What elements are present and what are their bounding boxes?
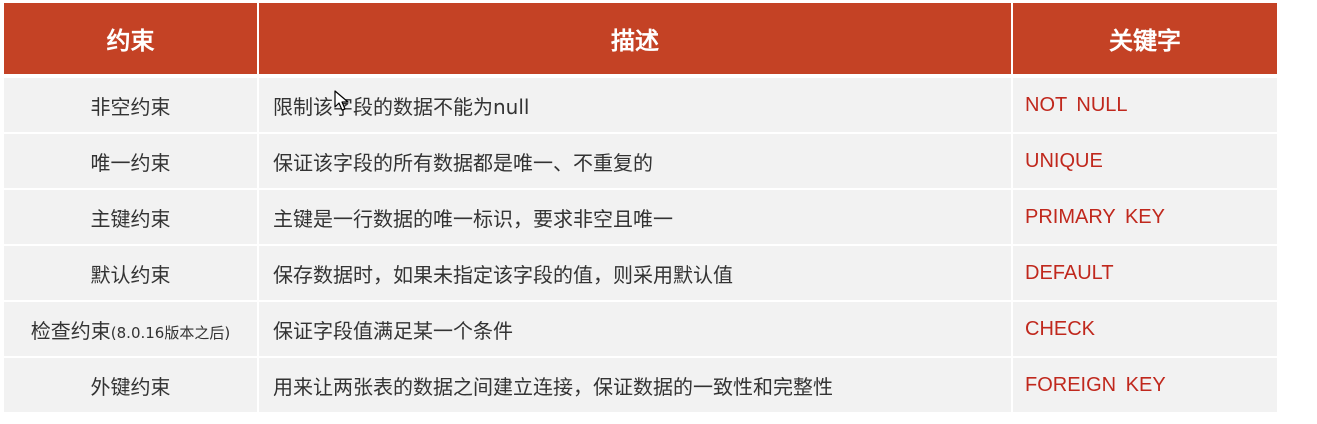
table-row: 外键约束 用来让两张表的数据之间建立连接，保证数据的一致性和完整性 FOREIG… [4, 357, 1277, 412]
constraint-cell: 主键约束 [4, 189, 259, 246]
description-cell: 保存数据时，如果未指定该字段的值，则采用默认值 [258, 245, 1013, 302]
table-row: 默认约束 保存数据时，如果未指定该字段的值，则采用默认值 DEFAULT [4, 245, 1277, 302]
constraint-cell: 默认约束 [4, 245, 259, 302]
table-row: 非空约束 限制该字段的数据不能为null NOT NULL [4, 76, 1277, 134]
keyword-cell: FOREIGN KEY [1012, 357, 1277, 412]
description-cell: 主键是一行数据的唯一标识，要求非空且唯一 [258, 189, 1013, 246]
constraint-cell: 检查约束(8.0.16版本之后) [4, 301, 259, 358]
constraints-table: 约束 描述 关键字 非空约束 限制该字段的数据不能为null NOT NULL … [4, 3, 1277, 412]
description-cell: 限制该字段的数据不能为null [258, 76, 1013, 134]
description-cell: 保证字段值满足某一个条件 [258, 301, 1013, 358]
header-constraint: 约束 [4, 3, 259, 78]
keyword-cell: PRIMARY KEY [1012, 189, 1277, 246]
constraint-name: 唯一约束 [90, 150, 171, 175]
keyword-cell: UNIQUE [1012, 133, 1277, 190]
description-cell: 用来让两张表的数据之间建立连接，保证数据的一致性和完整性 [258, 357, 1013, 412]
constraint-name: 非空约束 [90, 94, 171, 119]
constraint-cell: 外键约束 [4, 357, 259, 412]
description-cell: 保证该字段的所有数据都是唯一、不重复的 [258, 133, 1013, 190]
constraint-cell: 唯一约束 [4, 133, 259, 190]
constraint-name: 主键约束 [90, 206, 171, 231]
constraint-version-note: (8.0.16版本之后) [110, 323, 231, 342]
table-row: 检查约束(8.0.16版本之后) 保证字段值满足某一个条件 CHECK [4, 301, 1277, 358]
constraint-name: 默认约束 [90, 262, 171, 287]
constraint-name: 检查约束 [30, 318, 111, 343]
header-description: 描述 [258, 3, 1013, 78]
table-row: 唯一约束 保证该字段的所有数据都是唯一、不重复的 UNIQUE [4, 133, 1277, 190]
constraints-table-container: 约束 描述 关键字 非空约束 限制该字段的数据不能为null NOT NULL … [4, 3, 1277, 412]
header-keyword: 关键字 [1012, 3, 1277, 78]
constraint-name: 外键约束 [90, 374, 171, 399]
keyword-cell: CHECK [1012, 301, 1277, 358]
table-header-row: 约束 描述 关键字 [4, 3, 1277, 78]
constraint-cell: 非空约束 [4, 76, 259, 134]
keyword-cell: NOT NULL [1012, 76, 1277, 134]
keyword-cell: DEFAULT [1012, 245, 1277, 302]
mouse-pointer-icon [334, 90, 349, 111]
table-row: 主键约束 主键是一行数据的唯一标识，要求非空且唯一 PRIMARY KEY [4, 189, 1277, 246]
